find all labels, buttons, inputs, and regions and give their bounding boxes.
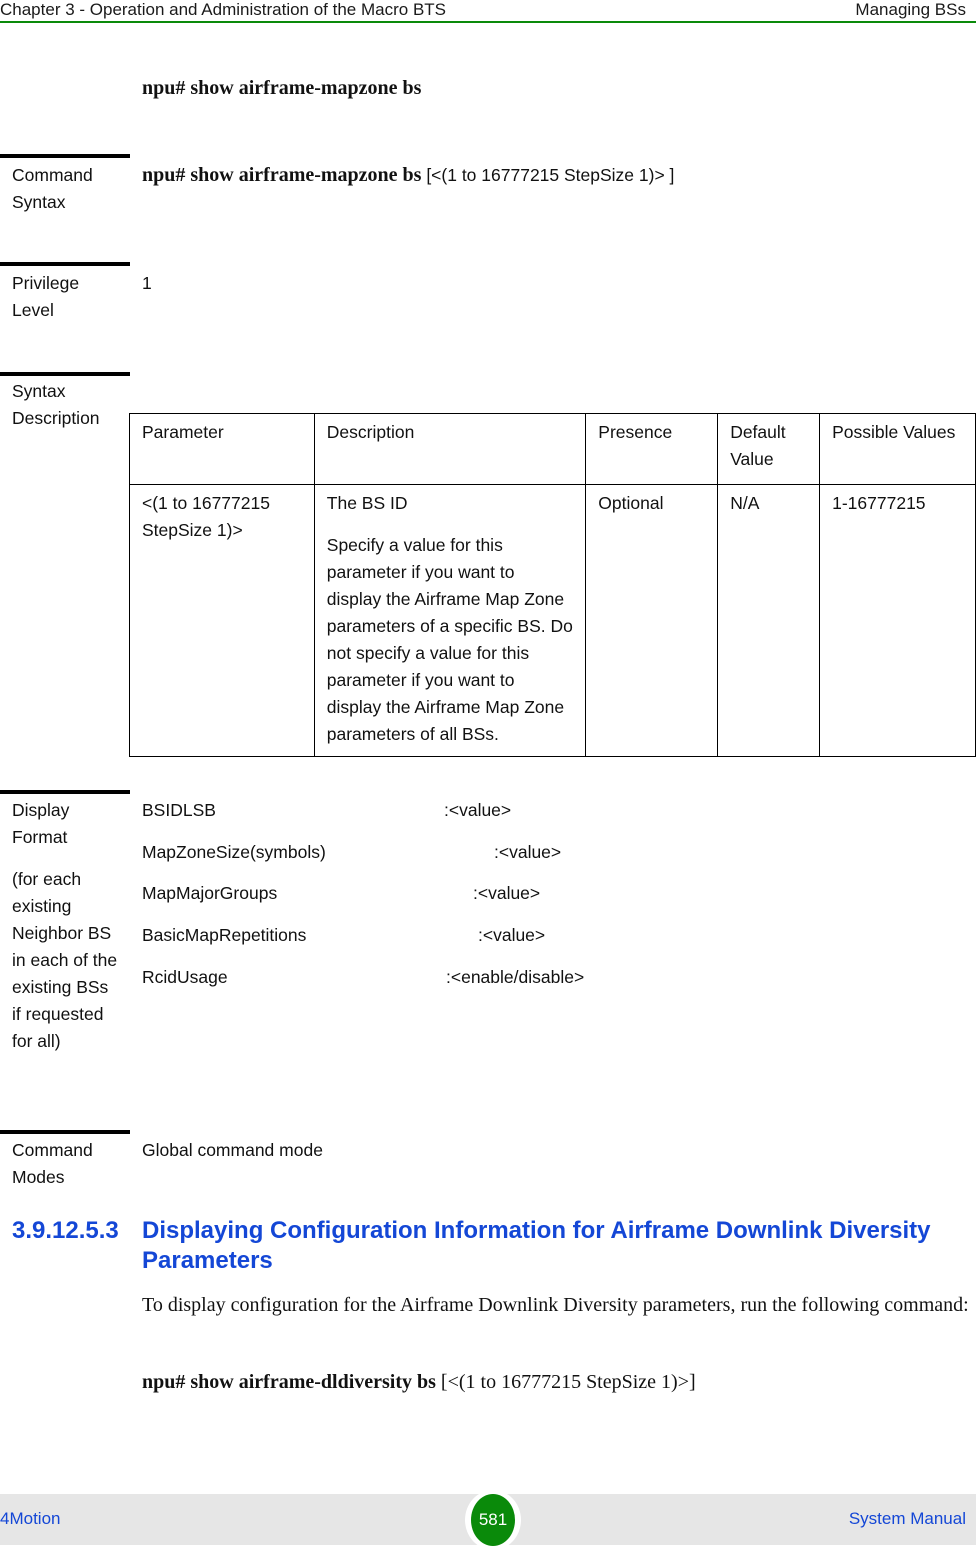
format-field-value: :<enable/disable> [446, 967, 585, 987]
syntax-description-table: Parameter Description Presence Default V… [129, 413, 976, 757]
section-heading-title: Displaying Configuration Information for… [142, 1217, 931, 1274]
table-row: <(1 to 16777215 StepSize 1)> The BS ID S… [129, 484, 976, 757]
section-title: Managing BSs [855, 0, 966, 19]
format-field-name: MapZoneSize(symbols) [142, 842, 326, 862]
page-number-badge: 581 [465, 1490, 521, 1550]
format-field-value: :<value> [494, 842, 562, 862]
column-header: Possible Values [819, 413, 976, 485]
command-modes-label: Command Modes [12, 1137, 122, 1191]
label-line: Level [12, 300, 54, 320]
syntax-description-label: Syntax Description [12, 378, 122, 432]
command-title: npu# show airframe-mapzone bs [142, 77, 422, 99]
display-format-note: (for each existing Neighbor BS in each o… [12, 869, 118, 1051]
section-divider [0, 790, 130, 794]
command-syntax-value: npu# show airframe-mapzone bs [<(1 to 16… [142, 162, 674, 190]
header-divider [0, 21, 976, 23]
page-number: 581 [471, 1494, 515, 1546]
column-header: Default Value [717, 413, 821, 485]
command-modes-value: Global command mode [142, 1140, 323, 1160]
table-header-row: Parameter Description Presence Default V… [129, 413, 976, 485]
display-format-label: Display Format (for each existing Neighb… [12, 797, 120, 1055]
footer-product: 4Motion [0, 1509, 61, 1528]
section-number: 3.9.12.5.3 [12, 1217, 119, 1244]
default-value-cell: N/A [717, 484, 821, 757]
description-cell: The BS ID Specify a value for this param… [313, 484, 587, 757]
section-divider [0, 262, 130, 266]
label-line: Display [12, 800, 70, 820]
dldiversity-command: npu# show airframe-dldiversity bs [<(1 t… [142, 1371, 696, 1394]
dldiversity-command-text: npu# show airframe-dldiversity bs [142, 1371, 436, 1393]
label-line: Privilege [12, 273, 80, 293]
command-syntax-argument: [<(1 to 16777215 StepSize 1)> ] [421, 165, 675, 185]
label-line: Command [12, 165, 93, 185]
command-syntax-label: Command Syntax [12, 162, 122, 216]
column-header: Description [313, 413, 587, 485]
section-divider [0, 372, 130, 376]
label-line: Syntax [12, 192, 66, 212]
description-title: The BS ID [326, 493, 408, 513]
format-field-name: BasicMapRepetitions [142, 925, 307, 945]
parameter-cell: <(1 to 16777215 StepSize 1)> [129, 484, 315, 757]
footer-document: System Manual [848, 1509, 966, 1528]
format-field-name: RcidUsage [142, 967, 228, 987]
column-header: Parameter [129, 413, 315, 485]
format-field-name: BSIDLSB [142, 800, 216, 820]
format-field-value: :<value> [444, 800, 512, 820]
section-divider [0, 154, 130, 158]
format-field-value: :<value> [473, 883, 541, 903]
label-line: Format [12, 827, 68, 847]
label-line: Syntax [12, 381, 66, 401]
presence-cell: Optional [585, 484, 719, 757]
dldiversity-command-argument: [<(1 to 16777215 StepSize 1)>] [435, 1371, 696, 1393]
privilege-level-label: Privilege Level [12, 270, 122, 324]
label-line: Command [12, 1140, 93, 1160]
command-syntax-command: npu# show airframe-mapzone bs [142, 164, 422, 186]
chapter-title: Chapter 3 - Operation and Administration… [0, 0, 447, 19]
section-paragraph: To display configuration for the Airfram… [142, 1294, 969, 1316]
format-field-name: MapMajorGroups [142, 883, 278, 903]
privilege-level-value: 1 [142, 273, 152, 293]
possible-values-cell: 1-16777215 [819, 484, 976, 757]
label-line: Modes [12, 1167, 65, 1187]
description-body: Specify a value for this parameter if yo… [326, 535, 573, 744]
label-line: Description [12, 408, 100, 428]
format-field-value: :<value> [478, 925, 546, 945]
column-header: Presence [585, 413, 719, 485]
section-divider [0, 1130, 130, 1134]
